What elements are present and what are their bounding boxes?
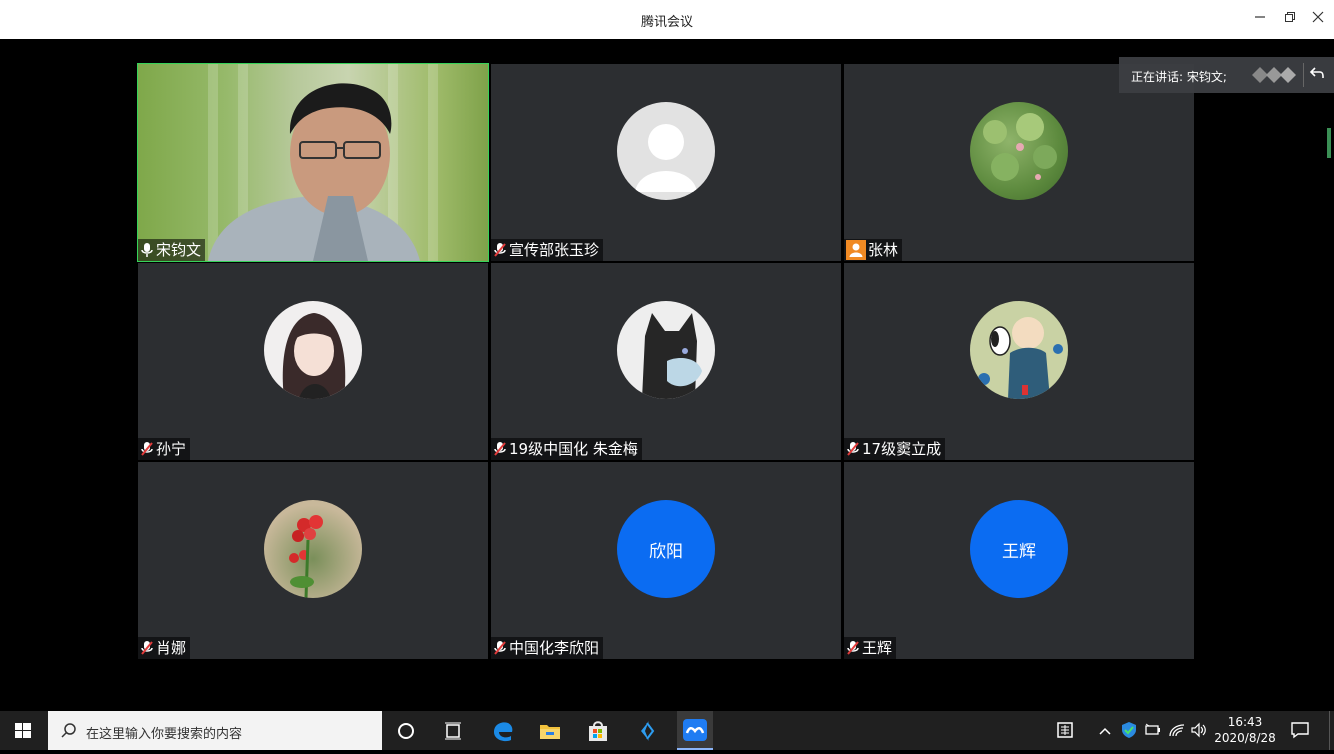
lotus-avatar-icon [970, 102, 1068, 200]
participant-tile[interactable]: 宣传部张玉珍 [491, 64, 841, 261]
minimize-icon [1255, 16, 1265, 18]
participant-name-label: 孙宁 [138, 438, 191, 460]
participant-name: 张林 [868, 241, 899, 259]
tencent-meeting-taskbar-button[interactable] [677, 711, 713, 750]
participant-name-label: 王辉 [844, 637, 897, 659]
restore-button[interactable] [1278, 8, 1302, 30]
tray-chevron-up-icon[interactable] [1098, 723, 1112, 742]
flower-avatar-icon [264, 500, 362, 598]
participant-name: 孙宁 [156, 440, 187, 458]
participant-tile[interactable]: 肖娜 [138, 462, 488, 659]
participant-tile[interactable]: 19级中国化 朱金梅 [491, 263, 841, 460]
cat-avatar-icon [617, 301, 715, 399]
mic-muted-icon [494, 641, 506, 655]
tencent-meeting-icon [683, 719, 707, 741]
search-icon [61, 723, 76, 738]
security-shield-icon[interactable] [1120, 721, 1138, 743]
participant-tile[interactable]: 王辉 王辉 [844, 462, 1194, 659]
mic-muted-icon [494, 243, 506, 257]
close-button[interactable] [1306, 8, 1330, 30]
participant-name-label: 宋钧文 [138, 239, 206, 261]
wifi-icon[interactable] [1168, 722, 1186, 742]
participant-name-label: 张林 [844, 239, 903, 261]
mic-muted-icon [847, 442, 859, 456]
participant-tile[interactable]: 17级窦立成 [844, 263, 1194, 460]
keyboard-ime-icon[interactable] [1056, 721, 1074, 743]
mic-muted-icon [141, 641, 153, 655]
file-explorer-icon[interactable] [537, 718, 563, 744]
battery-icon[interactable] [1144, 722, 1162, 742]
text-avatar: 欣阳 [617, 500, 715, 598]
clock-time: 16:43 [1227, 715, 1263, 729]
edge-icon[interactable] [490, 718, 516, 744]
participant-name-label: 19级中国化 朱金梅 [491, 438, 642, 460]
participant-name-label: 中国化李欣阳 [491, 637, 604, 659]
camera-video [138, 64, 488, 261]
participant-name: 肖娜 [156, 639, 187, 657]
notification-icon [1291, 722, 1309, 739]
participant-name: 17级窦立成 [862, 440, 942, 458]
notification-center-button[interactable] [1290, 720, 1314, 742]
participant-name-label: 肖娜 [138, 637, 191, 659]
video-grid: 宋钧文 宣传部张玉珍 张林 孙宁 19级中国化 朱金梅 17级窦立成 肖娜 欣阳… [0, 39, 1334, 711]
divider [1303, 63, 1304, 87]
clock-date: 2020/8/28 [1214, 731, 1276, 745]
minimize-button[interactable] [1248, 8, 1272, 30]
start-button[interactable] [0, 711, 46, 750]
text-avatar: 王辉 [970, 500, 1068, 598]
mic-muted-icon [494, 442, 506, 456]
participant-tile[interactable]: 张林 [844, 64, 1194, 261]
speaking-text: 正在讲话: 宋钧文; [1131, 70, 1227, 84]
mic-muted-icon [141, 442, 153, 456]
participant-name-label: 17级窦立成 [844, 438, 946, 460]
restore-icon [1285, 12, 1295, 22]
cartoon-avatar-icon [970, 301, 1068, 399]
participant-name: 19级中国化 朱金梅 [509, 440, 638, 458]
participant-tile-video[interactable]: 宋钧文 [137, 63, 489, 262]
participant-tile[interactable]: 欣阳 中国化李欣阳 [491, 462, 841, 659]
participant-name: 宣传部张玉珍 [509, 241, 600, 259]
system-clock[interactable]: 16:43 2020/8/28 [1210, 714, 1280, 746]
cortana-icon[interactable] [393, 718, 419, 744]
return-arrow-icon [1309, 67, 1324, 78]
show-desktop-button[interactable] [1329, 711, 1334, 750]
speaker-avatars-icon [1252, 67, 1296, 83]
close-icon [1312, 11, 1324, 23]
default-avatar-icon [617, 102, 715, 200]
scroll-indicator[interactable] [1327, 128, 1331, 158]
speaking-indicator: 正在讲话: 宋钧文; [1119, 57, 1334, 93]
search-placeholder: 在这里输入你要搜索的内容 [86, 727, 243, 742]
participant-name: 中国化李欣阳 [509, 639, 600, 657]
participant-name: 宋钧文 [156, 241, 202, 259]
girl-avatar-icon [264, 301, 362, 399]
taskbar-search-box[interactable]: 在这里输入你要搜索的内容 [48, 711, 382, 750]
mic-on-icon [141, 243, 153, 257]
person-badge-icon [846, 240, 866, 260]
title-bar: 腾讯会议 [0, 0, 1334, 39]
participant-tile[interactable]: 孙宁 [138, 263, 488, 460]
windows-logo-icon [15, 723, 31, 738]
task-view-icon[interactable] [440, 718, 466, 744]
volume-icon[interactable] [1190, 722, 1208, 742]
speaker-video-person [208, 83, 420, 261]
participant-name: 王辉 [862, 639, 893, 657]
store-icon[interactable] [585, 718, 611, 744]
participant-name-label: 宣传部张玉珍 [491, 239, 604, 261]
window-title: 腾讯会议 [640, 15, 693, 30]
collapse-speaking-button[interactable] [1309, 65, 1329, 85]
mic-muted-icon [847, 641, 859, 655]
windows-taskbar: 在这里输入你要搜索的内容 16:43 2020/8/28 [0, 711, 1334, 750]
vscode-icon[interactable] [633, 718, 659, 744]
